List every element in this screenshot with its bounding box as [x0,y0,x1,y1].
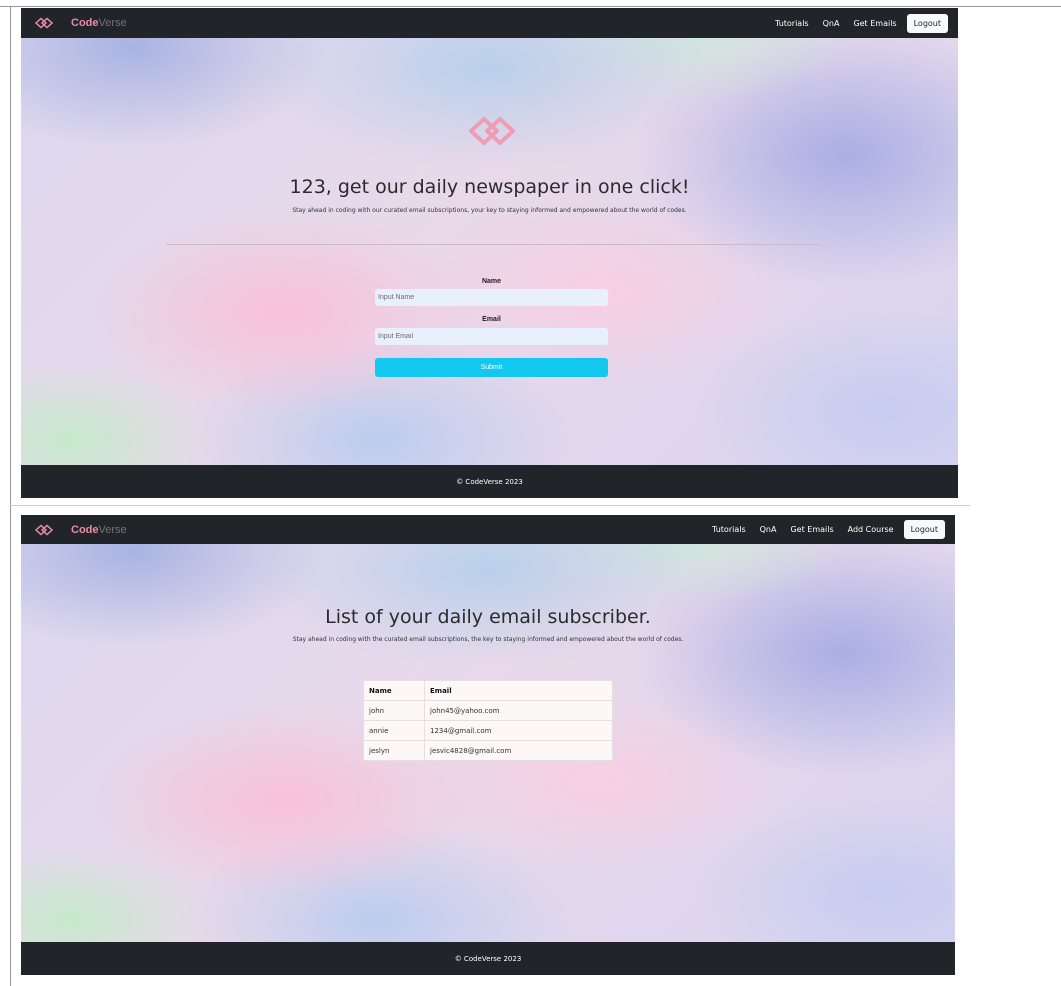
nav-link-get-emails[interactable]: Get Emails [853,19,896,28]
footer: © CodeVerse 2023 [21,465,958,498]
footer-copyright: © CodeVerse 2023 [456,477,523,486]
navbar: CodeVerse Tutorials QnA Get Emails Logou… [21,8,958,38]
subscriber-table: Name Email john john45@yahoo.com annie 1… [363,680,613,761]
page-title: 123, get our daily newspaper in one clic… [289,176,690,198]
page-subtitle: Stay ahead in coding with the curated em… [292,636,684,643]
nav-link-add-course[interactable]: Add Course [848,525,894,534]
brand-name: CodeVerse [71,17,127,29]
frame-border-left [10,6,11,986]
subscriber-table-container: Name Email john john45@yahoo.com annie 1… [363,680,613,761]
brand[interactable]: CodeVerse [33,16,127,30]
name-input[interactable] [375,289,608,306]
codeverse-logo-icon [34,17,54,29]
nav-link-qna[interactable]: QnA [760,525,777,534]
name-label: Name [481,278,502,285]
nav-links: Tutorials QnA Get Emails Add Course Logo… [698,520,945,539]
nav-link-get-emails[interactable]: Get Emails [790,525,833,534]
nav-link-qna[interactable]: QnA [823,19,840,28]
footer: © CodeVerse 2023 [21,942,955,975]
header-email: Email [424,680,613,701]
frame-separator [10,505,970,506]
gradient-background [21,8,958,498]
table-row: john john45@yahoo.com [363,700,613,721]
logout-button[interactable]: Logout [906,13,948,33]
subscribe-page-screenshot: CodeVerse Tutorials QnA Get Emails Logou… [21,8,958,498]
page-subtitle: Stay ahead in coding with our curated em… [292,207,687,214]
nav-link-tutorials[interactable]: Tutorials [775,19,809,28]
table-row: annie 1234@gmail.com [363,720,613,741]
logout-button[interactable]: Logout [903,520,945,539]
table-row: jeslyn jesvic4828@gmail.com [363,740,613,761]
table-header-row: Name Email [363,680,613,701]
subscriber-email: 1234@gmail.com [424,720,613,741]
page-title: List of your daily email subscriber. [325,606,651,628]
codeverse-logo-icon [34,523,54,536]
nav-links: Tutorials QnA Get Emails Logout [761,13,948,33]
subscriber-email: john45@yahoo.com [424,700,613,721]
subscriber-list-screenshot: CodeVerse Tutorials QnA Get Emails Add C… [21,515,955,975]
brand-name: CodeVerse [71,523,127,536]
subscriber-name: jeslyn [363,740,425,761]
divider [166,244,819,245]
frame-border-top [0,6,1061,7]
email-label: Email [482,316,501,323]
email-input[interactable] [375,328,608,345]
subscriber-name: john [363,700,425,721]
header-name: Name [363,680,425,701]
subscriber-email: jesvic4828@gmail.com [424,740,613,761]
subscriber-name: annie [363,720,425,741]
hero-logo-icon [469,117,515,145]
brand[interactable]: CodeVerse [33,523,127,537]
navbar: CodeVerse Tutorials QnA Get Emails Add C… [21,515,955,544]
footer-copyright: © CodeVerse 2023 [454,954,522,963]
nav-link-tutorials[interactable]: Tutorials [712,525,746,534]
submit-button[interactable]: Submit [375,358,608,377]
